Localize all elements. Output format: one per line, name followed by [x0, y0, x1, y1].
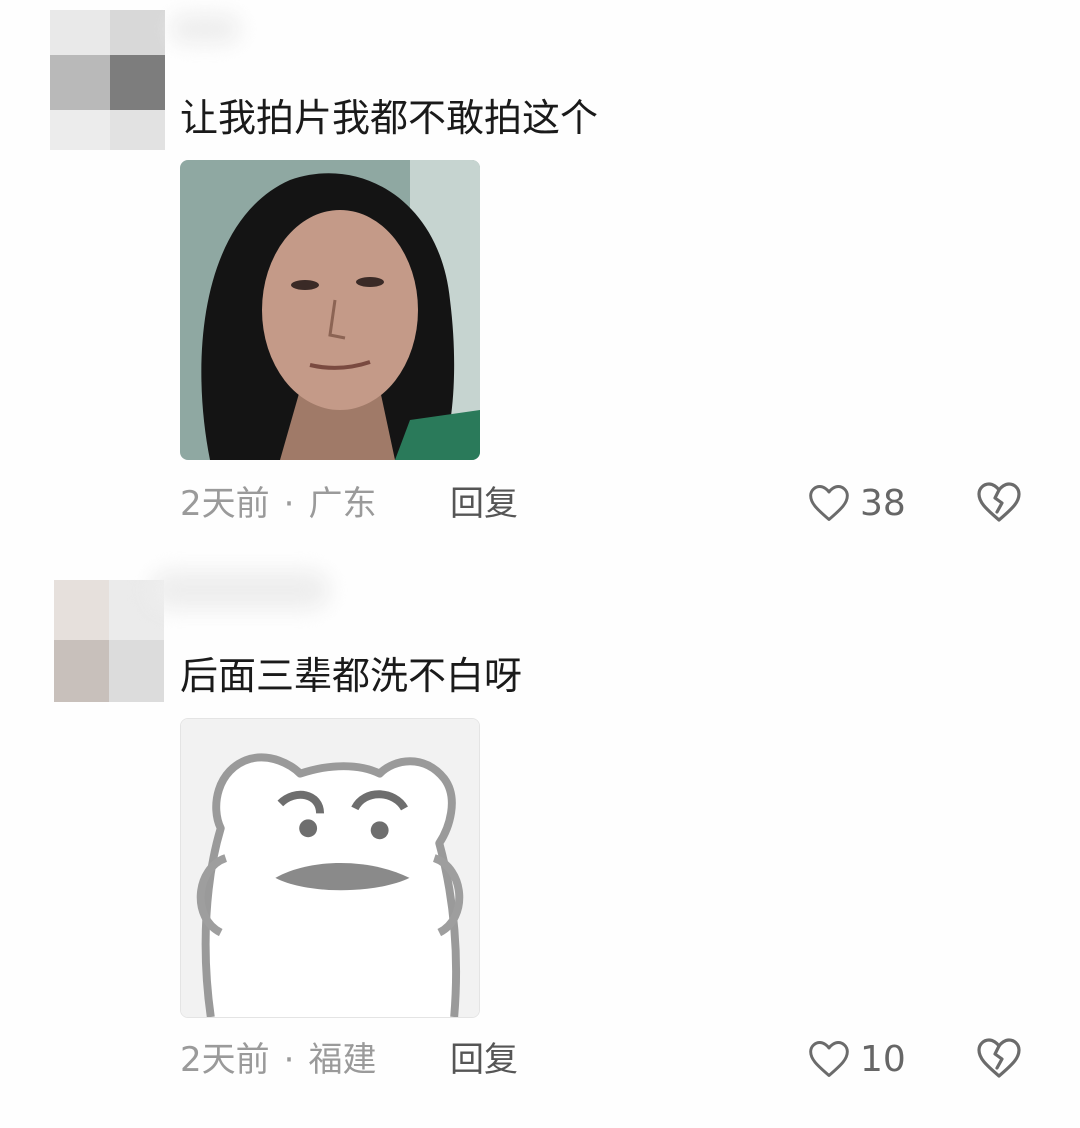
- reply-button[interactable]: 回复: [450, 1038, 518, 1082]
- comment-meta: 2天前 · 福建: [180, 1038, 376, 1082]
- broken-heart-icon: [977, 1038, 1021, 1078]
- like-count: 10: [860, 1038, 906, 1080]
- username-blurred[interactable]: [150, 570, 330, 610]
- meta-separator: ·: [283, 1040, 295, 1080]
- comment-item: 后面三辈都洗不白呀 2天前 · 福建 回复 10: [0, 560, 1080, 1128]
- photo-woman-portrait-icon: [180, 160, 480, 460]
- dislike-button[interactable]: [974, 1034, 1024, 1084]
- comment-time: 2天前: [180, 1040, 270, 1080]
- comment-image-sticker[interactable]: [180, 718, 480, 1018]
- heart-outline-icon: [809, 1041, 849, 1077]
- comment-item: 让我拍片我都不敢拍这个 2天前 · 广东 回复 38: [0, 0, 1080, 560]
- comment-text: 后面三辈都洗不白呀: [180, 654, 523, 698]
- comment-text: 让我拍片我都不敢拍这个: [180, 96, 599, 140]
- like-button[interactable]: 10: [806, 1034, 906, 1084]
- dislike-button[interactable]: [974, 478, 1024, 528]
- comment-image-portrait[interactable]: [180, 160, 480, 460]
- avatar-blurred[interactable]: [54, 580, 164, 702]
- broken-heart-icon: [977, 482, 1021, 522]
- avatar-blurred[interactable]: [50, 10, 170, 150]
- reply-button[interactable]: 回复: [450, 482, 518, 526]
- comment-meta: 2天前 · 广东: [180, 482, 376, 526]
- sketch-frog-meme-sticker-icon: [181, 719, 479, 1017]
- like-count: 38: [860, 482, 906, 524]
- heart-outline-icon: [809, 485, 849, 521]
- meta-separator: ·: [283, 484, 295, 524]
- comment-time: 2天前: [180, 484, 270, 524]
- like-button[interactable]: 38: [806, 478, 906, 528]
- comment-location: 广东: [308, 484, 377, 524]
- comment-location: 福建: [308, 1040, 377, 1080]
- username-blurred[interactable]: [170, 14, 240, 44]
